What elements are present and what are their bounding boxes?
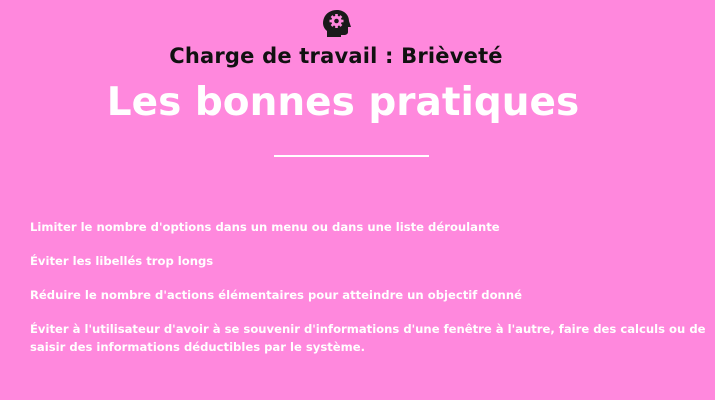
practice-item: Éviter à l'utilisateur d'avoir à se souv… (30, 322, 706, 354)
practice-item: Limiter le nombre d'options dans un menu… (30, 220, 500, 234)
slide-subtitle: Charge de travail : Brièveté (169, 44, 503, 68)
title-divider (274, 155, 429, 157)
practice-item: Éviter les libellés trop longs (30, 254, 214, 268)
head-gear-icon (323, 10, 351, 37)
slide: Charge de travail : Brièveté Les bonnes … (0, 0, 715, 400)
practices-list: Limiter le nombre d'options dans un menu… (30, 218, 710, 372)
slide-title: Les bonnes pratiques (106, 80, 580, 125)
practice-item: Réduire le nombre d'actions élémentaires… (30, 288, 522, 302)
